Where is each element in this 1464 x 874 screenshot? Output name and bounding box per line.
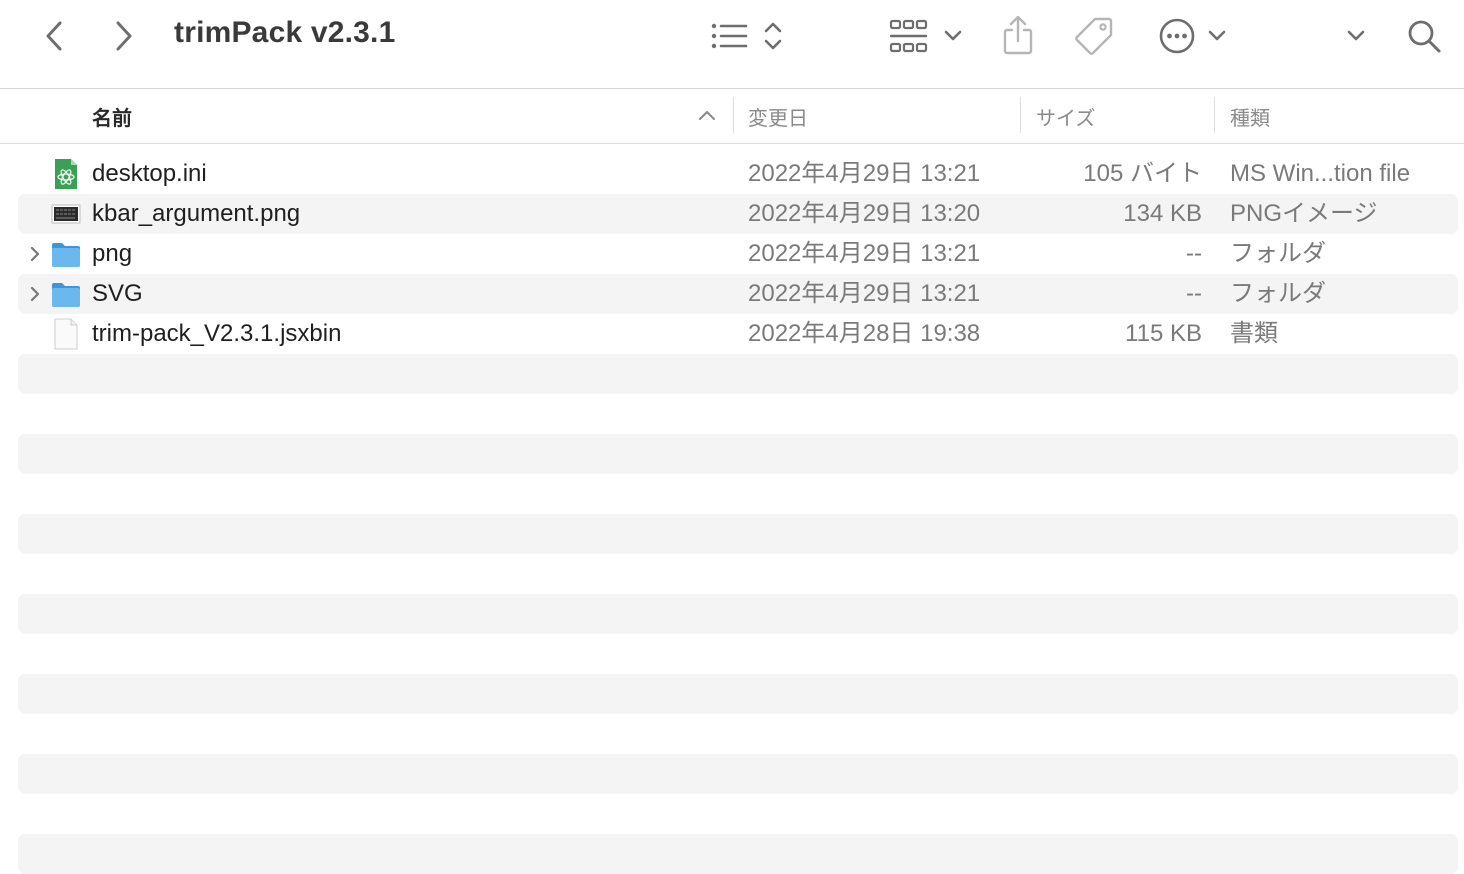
column-header-size[interactable]: サイズ — [1036, 102, 1095, 131]
file-row[interactable]: desktop.ini 2022年4月29日 13:21 105 バイト MS … — [18, 154, 1458, 194]
file-size: 115 KB — [1125, 320, 1202, 347]
chevron-down-icon — [1208, 30, 1226, 41]
forward-button[interactable] — [106, 16, 142, 56]
file-name: desktop.ini — [92, 160, 207, 187]
empty-row — [18, 354, 1458, 394]
file-kind: MS Win...tion file — [1230, 160, 1411, 187]
empty-row — [18, 674, 1458, 714]
image-thumbnail-icon — [51, 204, 81, 224]
file-list: desktop.ini 2022年4月29日 13:21 105 バイト MS … — [0, 154, 1464, 874]
empty-row — [18, 514, 1458, 554]
folder-icon — [52, 283, 80, 307]
search-button[interactable] — [1404, 16, 1444, 56]
folder-icon — [52, 243, 80, 267]
back-button[interactable] — [36, 16, 72, 56]
file-date: 2022年4月29日 13:20 — [748, 200, 981, 227]
sort-updown-icon — [764, 22, 782, 50]
disclosure-triangle-icon[interactable] — [26, 245, 44, 263]
file-size: 134 KB — [1123, 200, 1202, 227]
empty-row — [18, 434, 1458, 474]
tag-icon — [1075, 17, 1113, 55]
empty-row — [18, 594, 1458, 634]
window-title: trimPack v2.3.1 — [174, 16, 396, 49]
group-button[interactable] — [888, 16, 964, 56]
column-header-bar: 名前 変更日 サイズ 種類 — [0, 89, 1464, 144]
file-size: -- — [1186, 280, 1202, 307]
folder-row[interactable]: png 2022年4月29日 13:21 -- フォルダ — [18, 234, 1458, 274]
share-button[interactable] — [998, 12, 1038, 58]
file-name: kbar_argument.png — [92, 200, 301, 227]
file-date: 2022年4月29日 13:21 — [748, 280, 981, 307]
column-divider[interactable] — [733, 97, 734, 133]
file-kind: フォルダ — [1230, 280, 1326, 307]
grid-view-icon — [889, 19, 928, 53]
file-date: 2022年4月29日 13:21 — [748, 240, 981, 267]
search-icon — [1408, 20, 1441, 53]
empty-row — [18, 834, 1458, 874]
file-row[interactable]: kbar_argument.png 2022年4月29日 13:20 134 K… — [18, 194, 1458, 234]
file-kind: フォルダ — [1230, 240, 1326, 267]
sort-ascending-icon[interactable] — [698, 109, 716, 121]
toolbar-overflow-button[interactable] — [1340, 22, 1372, 50]
column-header-name[interactable]: 名前 — [92, 102, 132, 131]
chevron-right-icon — [116, 21, 132, 51]
column-header-date[interactable]: 変更日 — [748, 102, 808, 131]
more-actions-button[interactable] — [1156, 14, 1228, 58]
file-name: trim-pack_V2.3.1.jsxbin — [92, 320, 342, 347]
list-view-icon — [711, 23, 748, 49]
folder-row[interactable]: SVG 2022年4月29日 13:21 -- フォルダ — [18, 274, 1458, 314]
share-icon — [1003, 15, 1033, 55]
file-size: 105 バイト — [1083, 160, 1202, 187]
column-divider[interactable] — [1214, 97, 1215, 133]
chevron-down-icon — [1347, 30, 1365, 41]
disclosure-triangle-icon[interactable] — [26, 285, 44, 303]
settings-file-icon — [55, 159, 77, 189]
toolbar: trimPack v2.3.1 — [0, 0, 1464, 89]
more-icon — [1159, 18, 1195, 54]
file-date: 2022年4月28日 19:38 — [748, 320, 981, 347]
file-name: SVG — [92, 280, 143, 307]
empty-row — [18, 754, 1458, 794]
view-mode-button[interactable] — [706, 16, 788, 56]
file-name: png — [92, 240, 133, 267]
file-size: -- — [1186, 240, 1202, 267]
file-kind: PNGイメージ — [1230, 200, 1378, 227]
chevron-down-icon — [944, 30, 962, 41]
document-icon — [54, 318, 78, 350]
tag-button[interactable] — [1072, 14, 1116, 58]
column-header-kind[interactable]: 種類 — [1230, 102, 1270, 131]
file-row[interactable]: trim-pack_V2.3.1.jsxbin 2022年4月28日 19:38… — [18, 314, 1458, 354]
file-kind: 書類 — [1230, 320, 1278, 347]
chevron-left-icon — [46, 21, 62, 51]
column-divider[interactable] — [1020, 97, 1021, 133]
file-date: 2022年4月29日 13:21 — [748, 160, 981, 187]
